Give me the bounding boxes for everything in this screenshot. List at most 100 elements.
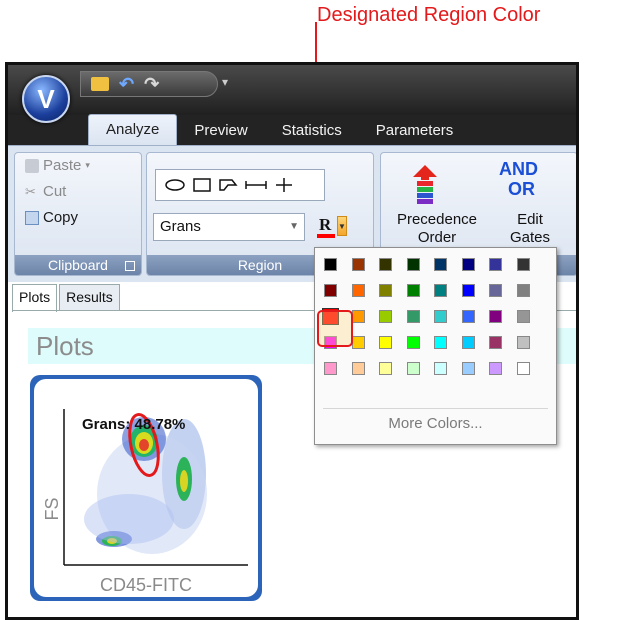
title-bar: ↶ ↷ ▾ [8,65,576,115]
and-label: AND [499,159,538,179]
cut-label: Cut [43,183,67,200]
polygon-icon[interactable] [218,178,238,192]
color-swatch[interactable] [489,336,502,349]
tab-analyze[interactable]: Analyze [88,114,178,145]
tab-plots[interactable]: Plots [12,284,58,312]
y-axis-label: FS [42,497,62,520]
color-swatch[interactable] [489,310,502,323]
linear-region-icon[interactable] [244,178,268,192]
gates-label: Gates [509,229,551,246]
color-swatch[interactable] [434,284,447,297]
chevron-down-icon: ▾ [85,160,90,170]
color-swatch[interactable] [379,336,392,349]
region-color-button[interactable]: R ▼ [317,213,347,241]
ribbon-tabs: Analyze Preview Statistics Parameters [88,114,471,145]
color-swatch[interactable] [379,362,392,375]
color-swatch[interactable] [406,310,420,323]
plot-canvas: Grans: 48.78% FS CD45-FITC [34,379,258,597]
orb-letter: V [37,83,55,114]
region-color-letter: R [319,215,332,234]
color-swatch[interactable] [351,310,365,323]
color-swatch[interactable] [434,336,447,349]
customize-toolbar-icon[interactable]: ▾ [222,75,228,89]
clipboard-group-label: Clipboard [15,255,141,275]
color-swatch[interactable] [461,336,475,349]
palette-divider [323,408,548,409]
color-swatch[interactable] [406,258,420,271]
rectangle-icon[interactable] [192,178,212,192]
color-swatch[interactable] [406,284,420,297]
precedence-order-button[interactable]: Precedence Order [387,211,487,247]
document-tabs: Plots Results [12,284,120,312]
tab-parameters[interactable]: Parameters [359,119,471,145]
open-icon[interactable] [91,77,109,91]
region-shape-toolbar [155,169,325,201]
color-swatch[interactable] [516,284,530,297]
undo-icon[interactable]: ↶ [119,74,134,95]
edit-gates-button[interactable]: Edit Gates [505,211,555,247]
color-swatch[interactable] [406,362,420,375]
color-swatch[interactable] [461,258,475,271]
scatter-points [84,417,207,554]
color-swatch[interactable] [461,362,475,375]
application-menu-button[interactable]: V [22,75,70,123]
precedence-label: Precedence [396,211,478,228]
copy-label: Copy [43,209,79,226]
color-swatch[interactable] [351,258,365,271]
color-swatch[interactable] [489,258,502,271]
selected-color-highlight [317,310,353,347]
current-color-bar [317,234,335,238]
or-label: OR [508,179,535,199]
quadrant-icon[interactable] [274,178,294,192]
color-swatch[interactable] [324,362,337,375]
edit-label: Edit [517,211,543,228]
color-swatch[interactable] [516,362,530,375]
quick-access-toolbar: ↶ ↷ [80,71,218,97]
color-swatch[interactable] [324,284,337,297]
paste-label: Paste [43,157,82,174]
region-select[interactable]: Grans ▼ [153,213,305,241]
dialog-launcher-icon[interactable] [125,261,135,271]
more-colors-button[interactable]: More Colors... [315,415,556,432]
color-swatch[interactable] [516,310,530,323]
copy-icon [25,210,39,225]
copy-button[interactable]: Copy [25,209,78,226]
color-swatch[interactable] [489,362,502,375]
color-swatch[interactable] [434,310,447,323]
color-swatch[interactable] [434,362,447,375]
ellipse-icon[interactable] [164,178,186,192]
x-axis-label: CD45-FITC [100,575,192,595]
tab-statistics[interactable]: Statistics [265,119,359,145]
scatter-plot: Grans: 48.78% FS CD45-FITC [42,409,248,595]
tab-results[interactable]: Results [59,284,120,310]
annotation-label: Designated Region Color [317,4,541,26]
color-swatch[interactable] [434,258,447,271]
order-label: Order [417,229,457,246]
color-swatch[interactable] [461,284,475,297]
cut-button[interactable]: ✂ Cut [25,183,66,200]
paste-button[interactable]: Paste ▾ [25,157,90,174]
clipboard-group: Paste ▾ ✂ Cut Copy Clipboard [14,152,142,276]
color-swatch[interactable] [379,284,392,297]
color-swatch[interactable] [379,258,392,271]
color-swatch[interactable] [351,336,365,349]
plot-title: Grans: 48.78% [82,416,185,433]
scissors-icon: ✂ [25,183,36,199]
color-swatch[interactable] [324,258,337,271]
color-swatch[interactable] [406,336,420,349]
and-or-icon: AND OR [499,159,538,199]
color-dropdown-arrow-icon[interactable]: ▼ [337,216,347,236]
precedence-icon [413,165,437,204]
redo-icon[interactable]: ↷ [144,74,159,95]
plot-card[interactable]: Grans: 48.78% FS CD45-FITC [30,375,262,601]
color-swatch[interactable] [461,310,475,323]
color-swatch[interactable] [516,258,530,271]
tab-preview[interactable]: Preview [177,119,264,145]
color-swatch[interactable] [351,362,365,375]
color-swatch[interactable] [516,336,530,349]
color-swatch[interactable] [379,310,392,323]
paste-icon [25,158,39,173]
chevron-down-icon: ▼ [289,221,299,232]
color-swatch[interactable] [489,284,502,297]
color-swatch[interactable] [351,284,365,297]
